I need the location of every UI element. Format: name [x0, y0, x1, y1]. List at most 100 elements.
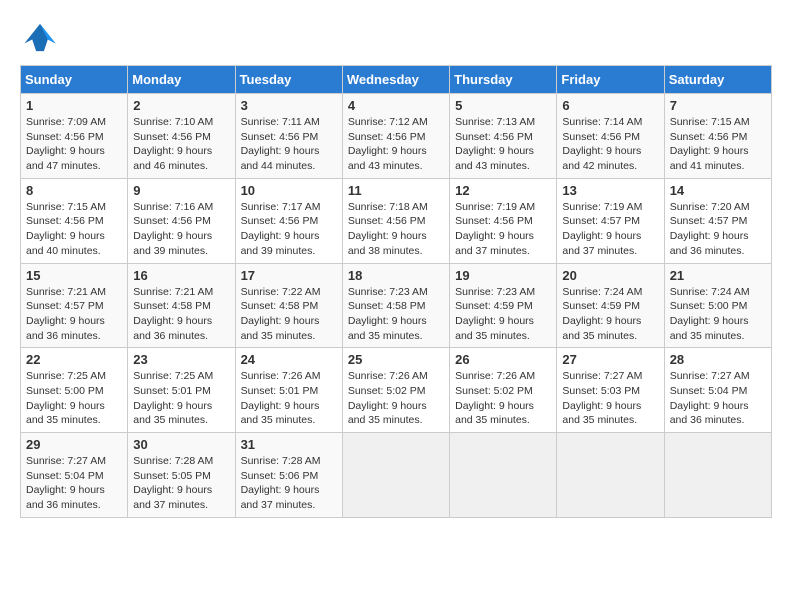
- calendar-cell: 12 Sunrise: 7:19 AMSunset: 4:56 PMDayligh…: [450, 178, 557, 263]
- day-info: Sunrise: 7:27 AMSunset: 5:04 PMDaylight:…: [26, 454, 122, 513]
- calendar-cell: 13 Sunrise: 7:19 AMSunset: 4:57 PMDayligh…: [557, 178, 664, 263]
- day-info: Sunrise: 7:26 AMSunset: 5:02 PMDaylight:…: [348, 369, 444, 428]
- calendar-cell: 8 Sunrise: 7:15 AMSunset: 4:56 PMDaylight…: [21, 178, 128, 263]
- day-info: Sunrise: 7:09 AMSunset: 4:56 PMDaylight:…: [26, 115, 122, 174]
- calendar-cell: 21 Sunrise: 7:24 AMSunset: 5:00 PMDayligh…: [664, 263, 771, 348]
- day-number: 30: [133, 437, 229, 452]
- calendar-cell: 26 Sunrise: 7:26 AMSunset: 5:02 PMDayligh…: [450, 348, 557, 433]
- day-number: 3: [241, 98, 337, 113]
- calendar-cell: 16 Sunrise: 7:21 AMSunset: 4:58 PMDayligh…: [128, 263, 235, 348]
- calendar-cell: 31 Sunrise: 7:28 AMSunset: 5:06 PMDayligh…: [235, 433, 342, 518]
- calendar-cell: 11 Sunrise: 7:18 AMSunset: 4:56 PMDayligh…: [342, 178, 449, 263]
- logo-icon: [20, 20, 60, 55]
- day-header-sunday: Sunday: [21, 66, 128, 94]
- day-number: 27: [562, 352, 658, 367]
- day-number: 31: [241, 437, 337, 452]
- calendar-cell: 6Sunrise: 7:14 AMSunset: 4:56 PMDaylight…: [557, 94, 664, 179]
- day-number: 17: [241, 268, 337, 283]
- day-number: 18: [348, 268, 444, 283]
- day-header-wednesday: Wednesday: [342, 66, 449, 94]
- day-number: 22: [26, 352, 122, 367]
- day-number: 2: [133, 98, 229, 113]
- day-header-tuesday: Tuesday: [235, 66, 342, 94]
- day-info: Sunrise: 7:21 AMSunset: 4:58 PMDaylight:…: [133, 285, 229, 344]
- day-info: Sunrise: 7:13 AMSunset: 4:56 PMDaylight:…: [455, 115, 551, 174]
- calendar-cell: 22 Sunrise: 7:25 AMSunset: 5:00 PMDayligh…: [21, 348, 128, 433]
- calendar-cell: 28 Sunrise: 7:27 AMSunset: 5:04 PMDayligh…: [664, 348, 771, 433]
- day-info: Sunrise: 7:18 AMSunset: 4:56 PMDaylight:…: [348, 200, 444, 259]
- day-info: Sunrise: 7:26 AMSunset: 5:02 PMDaylight:…: [455, 369, 551, 428]
- day-number: 12: [455, 183, 551, 198]
- calendar-header: SundayMondayTuesdayWednesdayThursdayFrid…: [21, 66, 772, 94]
- calendar-week-4: 22 Sunrise: 7:25 AMSunset: 5:00 PMDayligh…: [21, 348, 772, 433]
- calendar-body: 1 Sunrise: 7:09 AMSunset: 4:56 PMDaylight…: [21, 94, 772, 518]
- day-number: 11: [348, 183, 444, 198]
- calendar-cell: 30Sunrise: 7:28 AMSunset: 5:05 PMDayligh…: [128, 433, 235, 518]
- day-number: 16: [133, 268, 229, 283]
- day-info: Sunrise: 7:14 AMSunset: 4:56 PMDaylight:…: [562, 115, 658, 174]
- day-number: 29: [26, 437, 122, 452]
- day-number: 26: [455, 352, 551, 367]
- calendar-week-5: 29 Sunrise: 7:27 AMSunset: 5:04 PMDayligh…: [21, 433, 772, 518]
- day-number: 8: [26, 183, 122, 198]
- day-number: 28: [670, 352, 766, 367]
- calendar-cell: 14 Sunrise: 7:20 AMSunset: 4:57 PMDayligh…: [664, 178, 771, 263]
- day-number: 5: [455, 98, 551, 113]
- calendar-cell: 20Sunrise: 7:24 AMSunset: 4:59 PMDayligh…: [557, 263, 664, 348]
- calendar-cell: 29 Sunrise: 7:27 AMSunset: 5:04 PMDayligh…: [21, 433, 128, 518]
- day-info: Sunrise: 7:24 AMSunset: 5:00 PMDaylight:…: [670, 285, 766, 344]
- calendar-cell: [450, 433, 557, 518]
- day-number: 13: [562, 183, 658, 198]
- day-info: Sunrise: 7:25 AMSunset: 5:00 PMDaylight:…: [26, 369, 122, 428]
- page-header: [20, 20, 772, 55]
- day-number: 14: [670, 183, 766, 198]
- day-info: Sunrise: 7:28 AMSunset: 5:06 PMDaylight:…: [241, 454, 337, 513]
- day-info: Sunrise: 7:20 AMSunset: 4:57 PMDaylight:…: [670, 200, 766, 259]
- day-info: Sunrise: 7:21 AMSunset: 4:57 PMDaylight:…: [26, 285, 122, 344]
- day-header-saturday: Saturday: [664, 66, 771, 94]
- day-number: 4: [348, 98, 444, 113]
- logo: [20, 20, 64, 55]
- day-info: Sunrise: 7:23 AMSunset: 4:59 PMDaylight:…: [455, 285, 551, 344]
- calendar-cell: 15Sunrise: 7:21 AMSunset: 4:57 PMDayligh…: [21, 263, 128, 348]
- calendar-week-2: 8 Sunrise: 7:15 AMSunset: 4:56 PMDaylight…: [21, 178, 772, 263]
- day-info: Sunrise: 7:10 AMSunset: 4:56 PMDaylight:…: [133, 115, 229, 174]
- calendar-cell: 4 Sunrise: 7:12 AMSunset: 4:56 PMDaylight…: [342, 94, 449, 179]
- day-number: 10: [241, 183, 337, 198]
- day-info: Sunrise: 7:11 AMSunset: 4:56 PMDaylight:…: [241, 115, 337, 174]
- day-number: 9: [133, 183, 229, 198]
- day-number: 1: [26, 98, 122, 113]
- calendar-cell: 1 Sunrise: 7:09 AMSunset: 4:56 PMDaylight…: [21, 94, 128, 179]
- calendar-cell: 25 Sunrise: 7:26 AMSunset: 5:02 PMDayligh…: [342, 348, 449, 433]
- calendar-cell: 3 Sunrise: 7:11 AMSunset: 4:56 PMDaylight…: [235, 94, 342, 179]
- calendar-week-1: 1 Sunrise: 7:09 AMSunset: 4:56 PMDaylight…: [21, 94, 772, 179]
- day-number: 7: [670, 98, 766, 113]
- day-number: 25: [348, 352, 444, 367]
- calendar-cell: 27 Sunrise: 7:27 AMSunset: 5:03 PMDayligh…: [557, 348, 664, 433]
- day-header-friday: Friday: [557, 66, 664, 94]
- day-number: 24: [241, 352, 337, 367]
- day-header-thursday: Thursday: [450, 66, 557, 94]
- day-info: Sunrise: 7:17 AMSunset: 4:56 PMDaylight:…: [241, 200, 337, 259]
- day-info: Sunrise: 7:22 AMSunset: 4:58 PMDaylight:…: [241, 285, 337, 344]
- day-number: 19: [455, 268, 551, 283]
- calendar-cell: 24 Sunrise: 7:26 AMSunset: 5:01 PMDayligh…: [235, 348, 342, 433]
- day-info: Sunrise: 7:19 AMSunset: 4:57 PMDaylight:…: [562, 200, 658, 259]
- day-info: Sunrise: 7:27 AMSunset: 5:04 PMDaylight:…: [670, 369, 766, 428]
- day-info: Sunrise: 7:19 AMSunset: 4:56 PMDaylight:…: [455, 200, 551, 259]
- day-header-monday: Monday: [128, 66, 235, 94]
- calendar-cell: 18 Sunrise: 7:23 AMSunset: 4:58 PMDayligh…: [342, 263, 449, 348]
- day-number: 23: [133, 352, 229, 367]
- day-info: Sunrise: 7:26 AMSunset: 5:01 PMDaylight:…: [241, 369, 337, 428]
- day-info: Sunrise: 7:15 AMSunset: 4:56 PMDaylight:…: [26, 200, 122, 259]
- calendar-cell: 19 Sunrise: 7:23 AMSunset: 4:59 PMDayligh…: [450, 263, 557, 348]
- calendar-cell: [664, 433, 771, 518]
- day-number: 21: [670, 268, 766, 283]
- day-info: Sunrise: 7:12 AMSunset: 4:56 PMDaylight:…: [348, 115, 444, 174]
- day-info: Sunrise: 7:27 AMSunset: 5:03 PMDaylight:…: [562, 369, 658, 428]
- day-info: Sunrise: 7:23 AMSunset: 4:58 PMDaylight:…: [348, 285, 444, 344]
- calendar-week-3: 15Sunrise: 7:21 AMSunset: 4:57 PMDayligh…: [21, 263, 772, 348]
- day-number: 20: [562, 268, 658, 283]
- calendar-cell: 7Sunrise: 7:15 AMSunset: 4:56 PMDaylight…: [664, 94, 771, 179]
- calendar-cell: 5 Sunrise: 7:13 AMSunset: 4:56 PMDaylight…: [450, 94, 557, 179]
